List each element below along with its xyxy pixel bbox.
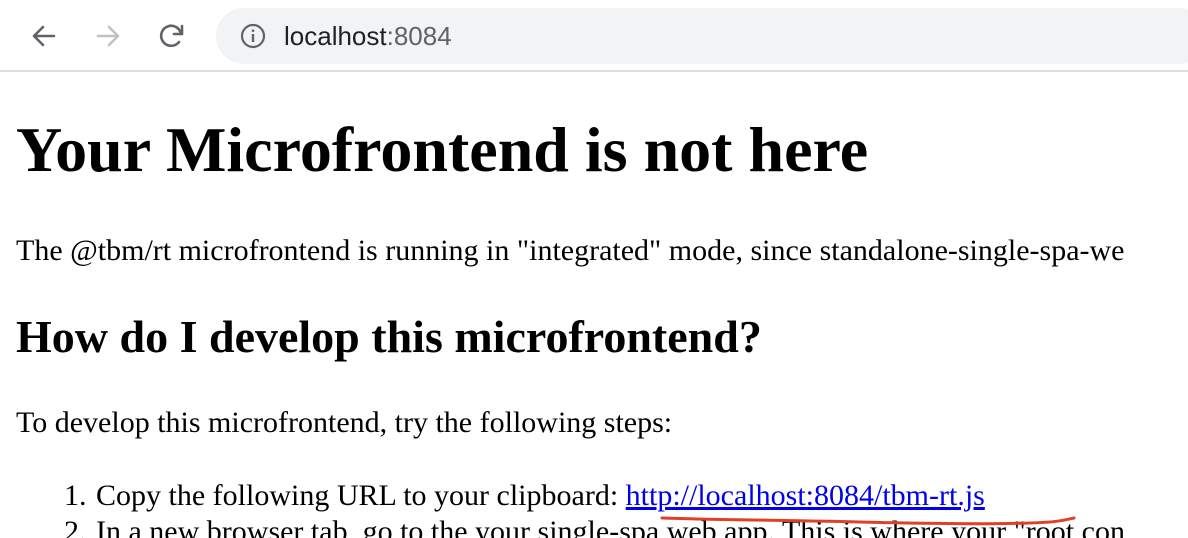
step-text: Copy the following URL to your clipboard…	[96, 479, 619, 512]
steps-intro: To develop this microfrontend, try the f…	[16, 406, 673, 439]
step-number: 2.	[64, 515, 87, 538]
browser-toolbar: localhost:8084	[0, 0, 1188, 72]
address-bar[interactable]: localhost:8084	[216, 8, 1188, 64]
arrow-right-icon	[96, 25, 120, 47]
step-number: 1.	[64, 479, 87, 512]
arrow-left-icon	[32, 25, 56, 47]
red-underline-annotation	[660, 516, 1076, 526]
url-host: localhost	[284, 20, 387, 51]
url-text[interactable]: localhost:8084	[284, 21, 452, 52]
reload-button[interactable]	[152, 16, 192, 56]
list-item: 1. Copy the following URL to your clipbo…	[16, 478, 1125, 514]
url-port: :8084	[386, 20, 452, 51]
forward-button[interactable]	[88, 16, 128, 56]
page-content: Your Microfrontend is not here The @tbm/…	[16, 72, 1188, 538]
info-icon[interactable]	[238, 21, 268, 51]
bundle-url-link[interactable]: http://localhost:8084/tbm-rt.js	[626, 479, 985, 512]
back-button[interactable]	[24, 16, 64, 56]
reload-icon	[159, 24, 184, 48]
intro-paragraph: The @tbm/rt microfrontend is running in …	[16, 234, 1125, 267]
section-heading: How do I develop this microfrontend?	[16, 311, 762, 362]
steps-list: 1. Copy the following URL to your clipbo…	[16, 478, 1125, 538]
page-title: Your Microfrontend is not here	[16, 114, 869, 185]
